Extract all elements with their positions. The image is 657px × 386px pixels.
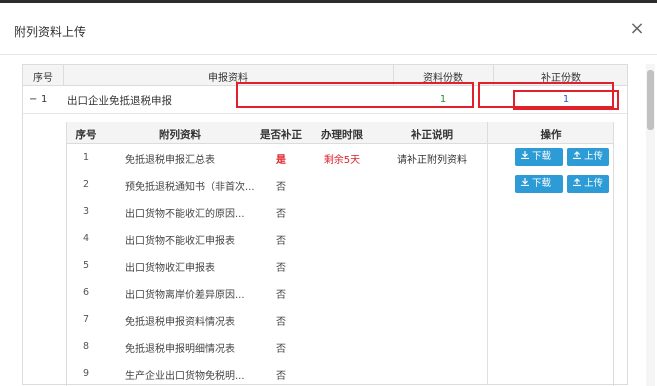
material-name: 免抵退税申报明细情况表 bbox=[125, 344, 235, 355]
download-label: 下载 bbox=[532, 178, 552, 189]
close-icon[interactable]: × bbox=[628, 20, 646, 39]
need-supplement: 否 bbox=[276, 209, 286, 220]
material-name: 出口货物不能收汇的原因... bbox=[125, 209, 245, 220]
highlight-box-status bbox=[236, 82, 474, 108]
material-name: 免抵退税申报资料情况表 bbox=[125, 317, 235, 328]
declaration-table: 序号 申报资料 资料份数 补正份数 − 1 出口企业免抵退税申报 1 1 序号 … bbox=[22, 64, 628, 386]
table-row: 1 免抵退税申报汇总表 是 剩余5天 请补正附列资料 下载 上传 bbox=[67, 144, 613, 171]
row-seq: 7 bbox=[82, 314, 90, 325]
table-row: 9 生产企业出口货物免税明... 否 bbox=[67, 360, 613, 386]
table-row: 6 出口货物离岸价差异原因... 否 bbox=[67, 279, 613, 306]
need-supplement: 是 bbox=[276, 155, 286, 166]
material-name: 出口货物离岸价差异原因... bbox=[125, 290, 245, 301]
row-seq: 1 bbox=[41, 94, 48, 105]
collapse-icon[interactable]: − bbox=[29, 94, 37, 105]
table-row: 8 免抵退税申报明细情况表 否 bbox=[67, 333, 613, 360]
row-seq: 3 bbox=[82, 206, 90, 217]
col-header-note: 补正说明 bbox=[411, 129, 453, 141]
highlight-box-actions bbox=[478, 82, 614, 108]
row-seq: 6 bbox=[82, 287, 90, 298]
col-header-need-supplement: 是否补正 bbox=[260, 129, 302, 141]
row-seq: 4 bbox=[82, 233, 90, 244]
download-label: 下载 bbox=[532, 151, 552, 162]
row-seq: 2 bbox=[82, 179, 90, 190]
upload-icon bbox=[573, 151, 581, 159]
table-row: 5 出口货物收汇申报表 否 bbox=[67, 252, 613, 279]
upload-icon bbox=[573, 178, 581, 186]
col-header-time-limit: 办理时限 bbox=[321, 129, 363, 141]
col-header-operation: 操作 bbox=[540, 129, 562, 141]
download-button[interactable]: 下载 bbox=[515, 175, 563, 193]
material-name: 出口货物不能收汇申报表 bbox=[125, 236, 235, 247]
row-seq: 9 bbox=[82, 368, 90, 379]
time-limit: 剩余5天 bbox=[323, 155, 361, 166]
supplement-note: 请补正附列资料 bbox=[397, 155, 467, 166]
material-name: 出口货物收汇申报表 bbox=[125, 263, 215, 274]
upload-label: 上传 bbox=[584, 178, 604, 189]
table-row: 3 出口货物不能收汇的原因... 否 bbox=[67, 198, 613, 225]
table-row: 2 预免抵退税通知书（非首次... 否 下载 上传 bbox=[67, 171, 613, 198]
table-row: 4 出口货物不能收汇申报表 否 bbox=[67, 225, 613, 252]
download-icon bbox=[521, 151, 529, 159]
attachment-table-header: 序号 附列资料 是否补正 办理时限 补正说明 操作 bbox=[67, 122, 613, 144]
need-supplement: 否 bbox=[276, 317, 286, 328]
col-header-seq: 序号 bbox=[75, 129, 97, 141]
material-name: 预免抵退税通知书（非首次... bbox=[125, 182, 255, 193]
dialog-header: 附列资料上传 × bbox=[0, 3, 657, 55]
row-seq: 5 bbox=[82, 260, 90, 271]
upload-button[interactable]: 上传 bbox=[567, 175, 609, 193]
upload-label: 上传 bbox=[584, 151, 604, 162]
material-name: 免抵退税申报汇总表 bbox=[125, 155, 215, 166]
upload-button[interactable]: 上传 bbox=[567, 148, 609, 166]
table-row: 7 免抵退税申报资料情况表 否 bbox=[67, 306, 613, 333]
col-header-seq: 序号 bbox=[33, 73, 53, 84]
row-seq: 8 bbox=[82, 341, 90, 352]
vertical-scrollbar[interactable] bbox=[646, 64, 655, 386]
need-supplement: 否 bbox=[276, 371, 286, 382]
need-supplement: 否 bbox=[276, 182, 286, 193]
dialog-title: 附列资料上传 bbox=[14, 25, 87, 39]
download-icon bbox=[521, 178, 529, 186]
need-supplement: 否 bbox=[276, 236, 286, 247]
need-supplement: 否 bbox=[276, 263, 286, 274]
material-name: 生产企业出口货物免税明... bbox=[125, 371, 245, 382]
download-button[interactable]: 下载 bbox=[515, 148, 563, 166]
scrollbar-thumb[interactable] bbox=[647, 70, 654, 130]
attachment-table: 序号 附列资料 是否补正 办理时限 补正说明 操作 1 免抵退税申报汇总表 是 … bbox=[66, 122, 614, 386]
need-supplement: 否 bbox=[276, 290, 286, 301]
col-header-material: 附列资料 bbox=[159, 129, 201, 141]
declaration-name: 出口企业免抵退税申报 bbox=[67, 95, 172, 107]
row-seq: 1 bbox=[82, 152, 90, 163]
need-supplement: 否 bbox=[276, 344, 286, 355]
